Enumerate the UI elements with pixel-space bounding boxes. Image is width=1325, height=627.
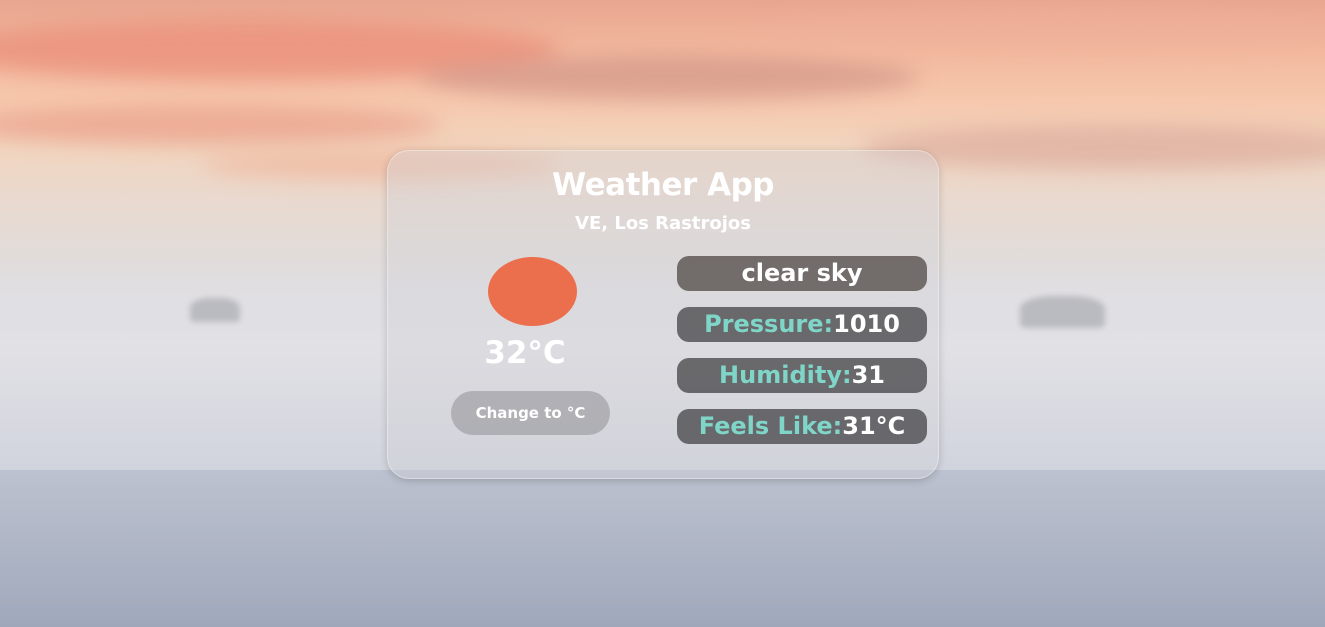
description-text: clear sky bbox=[741, 259, 863, 287]
weather-description: clear sky bbox=[677, 256, 927, 291]
background-cloud bbox=[0, 105, 440, 145]
feels-like-pill: Feels Like:31°C bbox=[677, 409, 927, 444]
humidity-value: 31 bbox=[851, 361, 885, 389]
location-label: VE, Los Rastrojos bbox=[575, 213, 751, 234]
humidity-pill: Humidity:31 bbox=[677, 358, 927, 393]
pressure-pill: Pressure:1010 bbox=[677, 307, 927, 342]
feels-like-label: Feels Like: bbox=[698, 412, 843, 440]
pressure-value: 1010 bbox=[833, 310, 900, 338]
humidity-label: Humidity: bbox=[719, 361, 852, 389]
background-tree bbox=[1020, 296, 1105, 328]
app-title: Weather App bbox=[552, 167, 774, 203]
change-unit-button[interactable]: Change to °C bbox=[451, 391, 610, 435]
background-snowfield bbox=[0, 470, 1325, 627]
current-temperature: 32°C bbox=[484, 335, 566, 371]
background-tree bbox=[190, 298, 240, 322]
sun-icon bbox=[488, 257, 577, 326]
background-cloud bbox=[420, 55, 920, 100]
feels-like-value: 31°C bbox=[842, 412, 906, 440]
pressure-label: Pressure: bbox=[704, 310, 834, 338]
background-cloud bbox=[760, 10, 1325, 50]
background-scene: Weather App VE, Los Rastrojos 32°C Chang… bbox=[0, 0, 1325, 627]
weather-card: Weather App VE, Los Rastrojos 32°C Chang… bbox=[387, 150, 939, 479]
